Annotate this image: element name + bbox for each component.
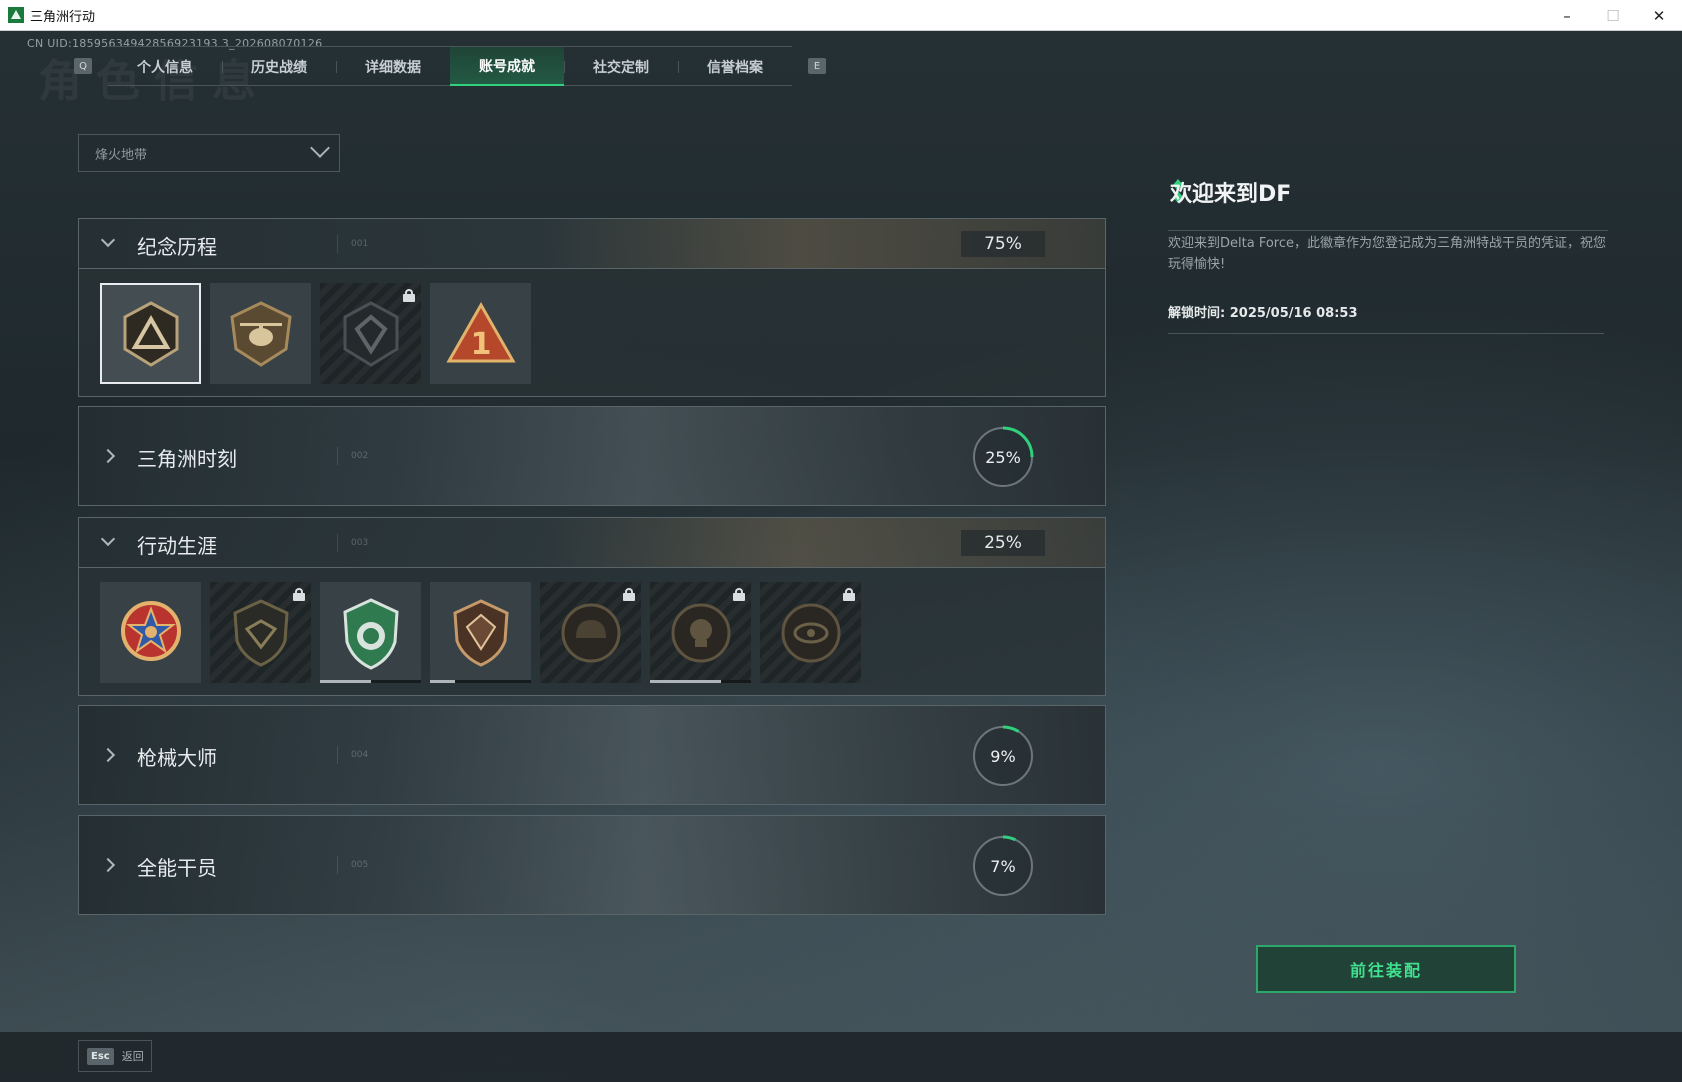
- chevron-down-icon: [100, 531, 116, 547]
- helmet-icon: [561, 603, 620, 662]
- chevron-right-icon: [100, 857, 116, 873]
- section-number: 002: [351, 451, 369, 461]
- section-percent: 7%: [990, 856, 1016, 876]
- tab-bar: Q 个人信息 历史战绩 详细数据 账号成就 社交定制 信誉档案 E: [74, 46, 826, 86]
- back-button[interactable]: Esc 返回: [78, 1040, 152, 1072]
- close-button[interactable]: ✕: [1636, 0, 1682, 31]
- window-controls: – ☐ ✕: [1544, 0, 1682, 31]
- rank-one-icon: 1: [445, 301, 516, 362]
- lock-icon: [843, 588, 855, 601]
- badge-tile[interactable]: [100, 582, 201, 683]
- lock-icon: [403, 289, 415, 302]
- section-number: 001: [351, 239, 369, 249]
- section-divider: [337, 746, 338, 764]
- chevron-down-icon: [100, 232, 116, 248]
- achievement-title: 欢迎来到DF: [1170, 182, 1292, 207]
- chevron-right-icon: [100, 747, 116, 763]
- tab-history-record[interactable]: 历史战绩: [222, 47, 336, 86]
- bird-shield-icon: [232, 598, 289, 667]
- lock-icon: [623, 588, 635, 601]
- section-title: 三角洲时刻: [137, 447, 237, 471]
- tab-social-customize[interactable]: 社交定制: [564, 47, 678, 86]
- section-header-delta-moments[interactable]: 三角洲时刻 002 25%: [78, 406, 1106, 506]
- badge-progress-fill: [650, 680, 721, 683]
- section-body-operation-career: [78, 568, 1106, 696]
- section-number: 004: [351, 750, 369, 760]
- section-divider: [337, 447, 338, 465]
- svg-text:1: 1: [470, 327, 491, 362]
- chevron-right-icon: [100, 448, 116, 464]
- section-number: 003: [351, 538, 369, 548]
- green-shield-icon: [342, 597, 399, 670]
- badge-tile[interactable]: [430, 582, 531, 683]
- section-divider: [337, 856, 338, 874]
- helicopter-icon: [229, 300, 292, 367]
- section-title: 纪念历程: [137, 235, 217, 259]
- prev-tab-key-hint[interactable]: Q: [74, 58, 92, 74]
- section-divider: [337, 534, 338, 552]
- gem-shield-icon: [452, 598, 509, 667]
- esc-key-hint: Esc: [87, 1047, 114, 1065]
- bottom-bar: [0, 1032, 1682, 1082]
- badge-progress-fill: [320, 680, 371, 683]
- lock-icon: [293, 588, 305, 601]
- badge-progress-fill: [430, 680, 456, 683]
- badge-tile-locked[interactable]: [540, 582, 641, 683]
- back-label: 返回: [121, 1050, 144, 1063]
- badge-tile-locked[interactable]: [210, 582, 311, 683]
- badge-tile[interactable]: [210, 283, 311, 384]
- achievement-unlock-time: 解锁时间: 2025/05/16 08:53: [1168, 302, 1604, 334]
- tabs: 个人信息 历史战绩 详细数据 账号成就 社交定制 信誉档案: [108, 46, 792, 86]
- section-header-memorial[interactable]: 纪念历程 001 75%: [78, 218, 1106, 269]
- skull-icon: [671, 603, 730, 662]
- tab-detailed-data[interactable]: 详细数据: [336, 47, 450, 86]
- shield-emblem-icon: [343, 300, 398, 367]
- badge-tile[interactable]: 1: [430, 283, 531, 384]
- tab-achievements[interactable]: 账号成就: [450, 47, 564, 86]
- tab-credit-file[interactable]: 信誉档案: [678, 47, 792, 86]
- go-equip-button[interactable]: 前往装配: [1256, 945, 1516, 993]
- section-title: 行动生涯: [137, 534, 217, 558]
- star-medal-icon: [120, 600, 181, 661]
- section-title: 枪械大师: [137, 746, 217, 770]
- badge-tile[interactable]: [320, 582, 421, 683]
- chevron-down-icon: [310, 138, 330, 158]
- app-logo-icon: [8, 7, 24, 23]
- minimize-button[interactable]: –: [1544, 0, 1590, 31]
- lock-icon: [733, 588, 745, 601]
- maximize-button[interactable]: ☐: [1590, 0, 1636, 31]
- badge-tile-locked[interactable]: [760, 582, 861, 683]
- section-divider: [337, 235, 338, 253]
- section-header-all-round-operator[interactable]: 全能干员 005 7%: [78, 815, 1106, 915]
- tab-personal-info[interactable]: 个人信息: [108, 47, 222, 86]
- badge-tile[interactable]: [100, 283, 201, 384]
- section-percent: 25%: [985, 447, 1021, 467]
- badge-tile-locked[interactable]: [320, 283, 421, 384]
- section-percent: 25%: [961, 530, 1045, 556]
- badge-tile-locked[interactable]: [650, 582, 751, 683]
- eye-icon: [781, 603, 840, 662]
- mode-select-value: 烽火地带: [95, 147, 148, 163]
- section-percent: 75%: [961, 231, 1045, 257]
- section-header-operation-career[interactable]: 行动生涯 003 25%: [78, 517, 1106, 568]
- mode-select-dropdown[interactable]: 烽火地带: [78, 134, 340, 172]
- section-number: 005: [351, 860, 369, 870]
- section-body-memorial: 1: [78, 269, 1106, 397]
- section-title: 全能干员: [137, 856, 217, 880]
- next-tab-key-hint[interactable]: E: [808, 58, 826, 74]
- window-title: 三角洲行动: [30, 9, 96, 25]
- delta-emblem-icon: [123, 300, 178, 367]
- window-titlebar: 三角洲行动 – ☐ ✕: [0, 0, 1682, 31]
- section-percent: 9%: [990, 746, 1016, 766]
- section-header-weapon-master[interactable]: 枪械大师 004 9%: [78, 705, 1106, 805]
- achievement-description: 欢迎来到Delta Force，此徽章作为您登记成为三角洲特战干员的凭证，祝您玩…: [1168, 230, 1608, 275]
